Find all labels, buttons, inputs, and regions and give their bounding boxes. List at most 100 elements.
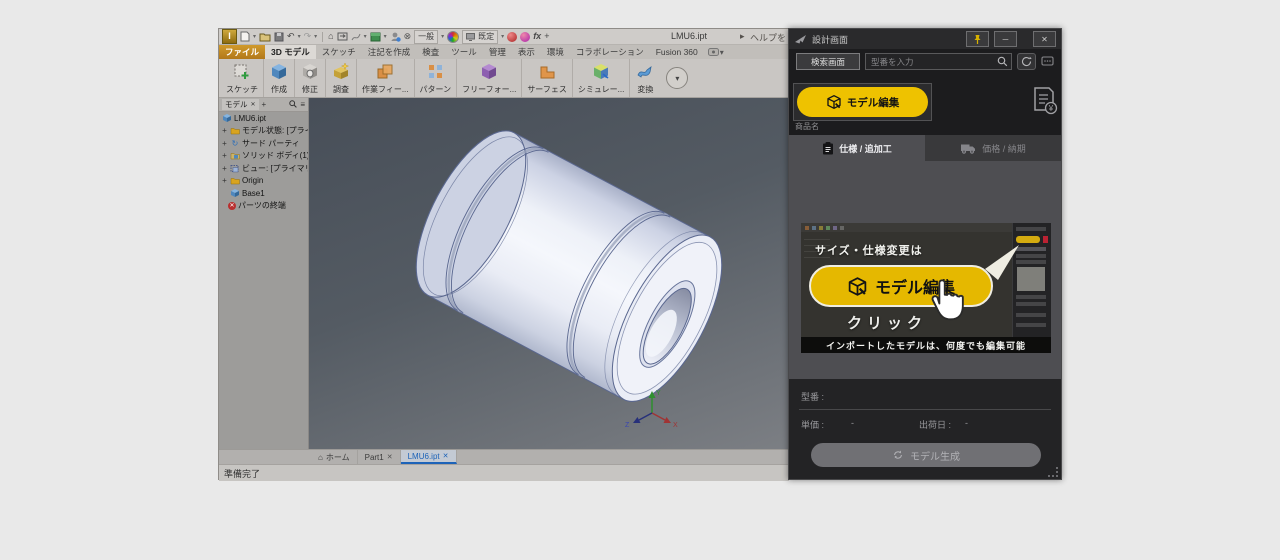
help-search-label[interactable]: ヘルプを [750,31,786,44]
tab-fusion360[interactable]: Fusion 360 [650,45,704,59]
tab-spec-addwork[interactable]: 仕様 / 追加工 [789,135,925,161]
viewport-3d[interactable]: Y X Z [309,98,791,449]
close-button[interactable]: ✕ [1033,31,1056,47]
browser-search-icon[interactable] [289,100,297,110]
tab-file[interactable]: ファイル [219,45,265,59]
tab-price-delivery[interactable]: 価格 / 納期 [925,135,1061,161]
appearance-dropdown[interactable]: 既定 [462,30,498,44]
doc-tab-home[interactable]: ⌂ホーム [311,450,358,464]
no-material-icon[interactable]: ⊗ [404,31,412,43]
color-wheel-icon[interactable] [447,31,459,43]
ribbon-sketch-button[interactable]: スケッチ [221,59,264,97]
redo-icon[interactable]: ↷ [304,31,312,43]
ribbon-inspect-button[interactable]: 調査 [326,59,357,97]
ribbon-work-features-button[interactable]: 作業フィー... [357,59,415,97]
unit-price-label: 単価 : [801,418,824,431]
tree-item-root[interactable]: LMU6.ipt [219,112,308,125]
undo-chevron-icon[interactable]: ▾ [298,31,301,43]
tab-view[interactable]: 表示 [512,45,541,59]
browser-menu-icon[interactable]: ≡ [300,100,305,109]
expand-icon[interactable]: + [221,151,228,160]
appearance-chevron-icon[interactable]: ▾ [501,31,504,43]
part-number-input-wrap [865,53,1012,70]
pin-button[interactable] [966,31,989,47]
tab-environments[interactable]: 環境 [541,45,570,59]
model-edit-button[interactable]: モデル編集 [797,87,928,117]
tab-3d-model[interactable]: 3D モデル [265,45,316,59]
tab-sketch[interactable]: スケッチ [316,45,362,59]
tree-item-model-states[interactable]: + モデル状態: [プライマリ] [219,125,308,138]
general-dropdown[interactable]: 一般 [414,30,438,44]
tree-item-solid-bodies[interactable]: + ソリッド ボディ(1) [219,150,308,163]
panel-header[interactable]: 設計画面 ─ ✕ [789,29,1061,49]
tree-item-views[interactable]: + ビュー: [プライマリ] [219,162,308,175]
undo-icon[interactable]: ↶ [287,31,295,43]
browser-tab-model[interactable]: モデル✕ [222,99,259,110]
expand-icon[interactable]: + [221,126,228,135]
ribbon-modify-button[interactable]: 修正 [295,59,326,97]
ribbon-freeform-button[interactable]: フリーフォー... [457,59,522,97]
browser-add-icon[interactable]: + [262,100,267,109]
comment-icon[interactable] [1041,56,1054,67]
visual-style-icon[interactable] [507,32,517,42]
ribbon-collapse-button[interactable]: ▾ [666,67,688,89]
visual-style-alt-icon[interactable] [520,32,530,42]
minimize-button[interactable]: ─ [994,31,1017,47]
open-icon[interactable] [259,31,271,43]
general-chevron-icon[interactable]: ▾ [441,31,444,43]
history-button[interactable] [1017,53,1036,70]
search-screen-button[interactable]: 検索画面 [796,53,860,70]
part-number-input[interactable] [869,56,995,68]
model-browser: モデル✕ + ≡ LMU6.ipt + モデル状態: [プライマリ] + ↻ サ… [219,98,309,449]
redo-chevron-icon[interactable]: ▾ [314,31,317,43]
ribbon-create-button[interactable]: 作成 [264,59,295,97]
tree-item-base1[interactable]: Base1 [219,187,308,200]
ribbon-surface-button[interactable]: サーフェス [522,59,573,97]
quote-document-icon[interactable]: ¥ [1032,86,1058,116]
expand-icon[interactable]: + [221,176,228,185]
close-tab-icon[interactable]: ✕ [443,452,449,460]
tab-annotate[interactable]: 注記を作成 [362,45,417,59]
app-logo-icon[interactable]: I [222,29,237,44]
sweep-chevron-icon[interactable]: ▾ [364,31,367,43]
help-arrow-icon[interactable]: ▸ [740,31,745,42]
doc-tab-lmu6[interactable]: LMU6.ipt✕ [401,450,457,464]
generate-model-button[interactable]: モデル生成 [811,443,1041,467]
expand-icon[interactable]: + [221,139,228,148]
home-icon[interactable]: ⌂ [328,31,333,43]
promo-click-text: クリック [847,312,927,333]
appearance-person-icon[interactable] [390,31,401,43]
doc-tab-part1[interactable]: Part1✕ [358,450,401,464]
expand-icon[interactable]: + [221,164,228,173]
save-icon[interactable] [274,31,284,43]
title-bar: I ▾ ↶ ▾ ↷ ▾ ⌂ ▾ ▾ ⊗ 一般 ▾ 既定 ▾ fx [219,29,789,45]
tab-tools[interactable]: ツール [445,45,483,59]
ribbon-simulation-button[interactable]: シミュレー... [573,59,631,97]
tree-item-third-party[interactable]: + ↻ サード パーティ [219,137,308,150]
resize-grip[interactable] [1048,467,1058,477]
new-file-icon[interactable] [240,31,250,43]
tree-item-end-of-part[interactable]: ✕ パーツの終端 [219,200,308,213]
ribbon-options-icon[interactable]: ▾ [708,45,724,59]
third-party-icon: ↻ [230,139,240,148]
tab-inspect[interactable]: 検査 [416,45,445,59]
sweep-tool-icon[interactable] [351,31,361,43]
tree-item-origin[interactable]: + Origin [219,175,308,188]
ribbon-pattern-button[interactable]: パターン [415,59,458,97]
search-icon[interactable] [997,56,1008,67]
design-panel: 設計画面 ─ ✕ 検索画面 モデル編集 ¥ [788,28,1062,480]
new-file-chevron-icon[interactable]: ▾ [253,31,256,43]
ribbon-convert-button[interactable]: 変換 [630,59,660,97]
ribbon-label: フリーフォー... [462,84,516,95]
switch-window-icon[interactable] [337,31,348,43]
tab-label: 仕様 / 追加工 [839,142,892,155]
tab-manage[interactable]: 管理 [483,45,512,59]
add-toolbar-icon[interactable]: + [544,31,549,43]
material-icon[interactable] [370,31,381,43]
close-tab-icon[interactable]: ✕ [387,453,393,461]
browser-tab-close-icon[interactable]: ✕ [251,101,256,108]
tab-collaborate[interactable]: コラボレーション [570,45,650,59]
browser-header: モデル✕ + ≡ [219,98,308,112]
material-chevron-icon[interactable]: ▾ [384,31,387,43]
parameters-fx-icon[interactable]: fx [533,31,541,43]
